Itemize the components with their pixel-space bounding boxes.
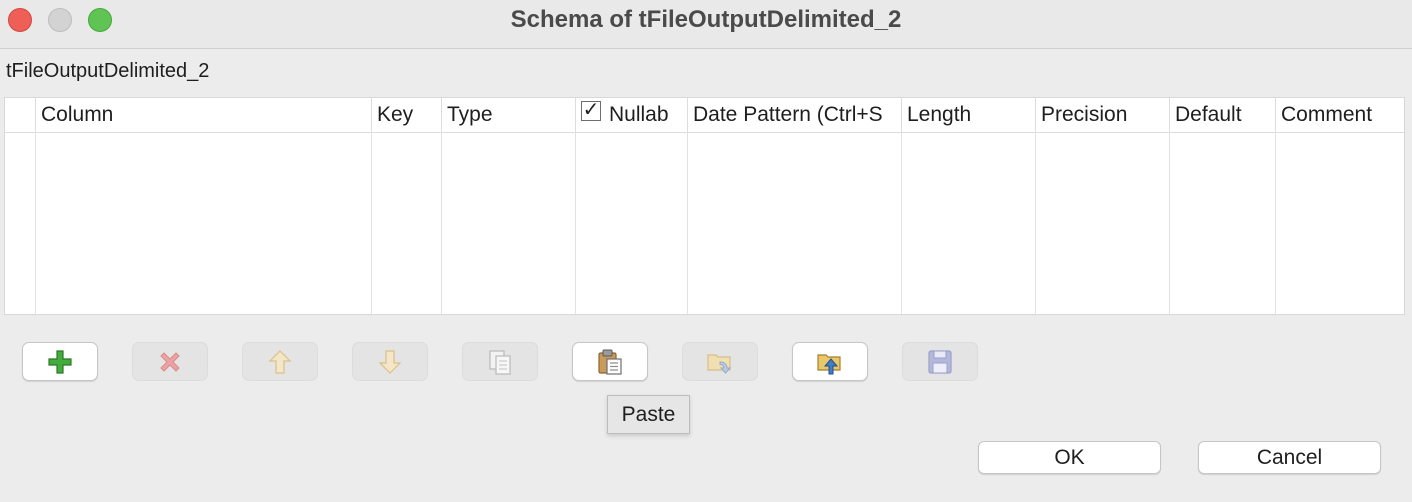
column-divider — [1035, 132, 1036, 314]
copy-button[interactable] — [462, 342, 538, 381]
delete-x-icon — [160, 351, 180, 372]
column-divider — [371, 132, 372, 314]
nullable-checkbox[interactable]: ✓ — [581, 100, 601, 122]
remove-button[interactable] — [132, 342, 208, 381]
plus-icon — [48, 349, 72, 374]
column-divider — [1275, 132, 1276, 314]
component-name-label: tFileOutputDelimited_2 — [6, 60, 210, 82]
add-button[interactable] — [22, 342, 98, 381]
column-header-column[interactable]: Column — [36, 98, 372, 132]
schema-dialog: Schema of tFileOutputDelimited_2 tFileOu… — [0, 0, 1412, 502]
column-header-nullable[interactable]: ✓ Nullab — [576, 98, 688, 132]
copy-icon — [489, 349, 511, 375]
ok-button[interactable]: OK — [978, 441, 1161, 474]
arrow-up-icon — [268, 349, 292, 374]
cancel-button[interactable]: Cancel — [1198, 441, 1381, 474]
column-divider — [1169, 132, 1170, 314]
column-divider — [441, 132, 442, 314]
schema-table[interactable]: Column Key Type ✓ Nullab Date Pattern (Ct… — [4, 97, 1405, 315]
column-divider — [901, 132, 902, 314]
column-header-key[interactable]: Key — [372, 98, 442, 132]
title-bar: Schema of tFileOutputDelimited_2 — [0, 0, 1412, 49]
floppy-disk-icon — [928, 349, 952, 374]
paste-tooltip: Paste — [607, 395, 690, 434]
column-header-precision[interactable]: Precision — [1036, 98, 1170, 132]
paste-button[interactable] — [572, 342, 648, 381]
save-button[interactable] — [902, 342, 978, 381]
folder-import-icon — [707, 353, 732, 374]
column-divider — [575, 132, 576, 314]
column-header-row-selector[interactable] — [5, 98, 36, 132]
export-button[interactable] — [792, 342, 868, 381]
window-title: Schema of tFileOutputDelimited_2 — [510, 6, 902, 33]
column-header-length[interactable]: Length — [902, 98, 1036, 132]
column-header-nullable-label: Nullab — [609, 103, 669, 126]
paste-icon — [598, 349, 622, 375]
move-down-button[interactable] — [352, 342, 428, 381]
column-header-comment[interactable]: Comment — [1276, 98, 1404, 132]
column-divider — [35, 132, 36, 314]
column-header-date-pattern[interactable]: Date Pattern (Ctrl+S — [688, 98, 902, 132]
table-header: Column Key Type ✓ Nullab Date Pattern (Ct… — [5, 98, 1404, 133]
column-header-default[interactable]: Default — [1170, 98, 1276, 132]
column-header-type[interactable]: Type — [442, 98, 576, 132]
folder-export-icon — [817, 353, 841, 374]
import-button[interactable] — [682, 342, 758, 381]
move-up-button[interactable] — [242, 342, 318, 381]
column-divider — [687, 132, 688, 314]
arrow-down-icon — [378, 349, 402, 374]
